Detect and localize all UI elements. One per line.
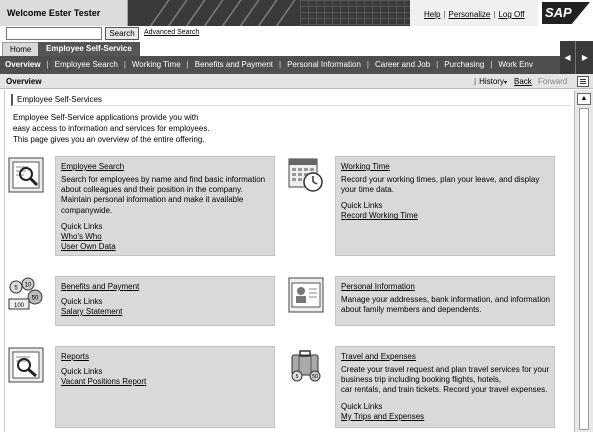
history-menu[interactable]: | History▾ bbox=[474, 74, 507, 91]
coin-label: 50 bbox=[312, 374, 318, 380]
quick-links-label: Quick Links bbox=[61, 221, 103, 231]
user-own-data-link[interactable]: User Own Data bbox=[61, 242, 273, 252]
search-row: Search Advanced Search bbox=[0, 26, 593, 41]
header-banner-art bbox=[128, 0, 410, 26]
coin-label: 100 bbox=[14, 303, 25, 309]
tab-employee-self-service[interactable]: Employee Self-Service bbox=[38, 42, 140, 56]
sap-logo: SAP bbox=[538, 0, 593, 26]
vertical-scrollbar[interactable]: ▲ bbox=[574, 90, 593, 432]
coin-label: 50 bbox=[32, 296, 39, 302]
employee-search-description: Search for employees by name and find ba… bbox=[61, 175, 273, 252]
search-button[interactable]: Search bbox=[105, 27, 139, 40]
history-dropdown-icon[interactable]: ▾ bbox=[504, 80, 507, 86]
coins-icon: 5 10 50 100 bbox=[8, 277, 43, 310]
benefits-description: Quick Links Salary Statement bbox=[61, 297, 273, 317]
whos-who-link[interactable]: Who's Who bbox=[61, 232, 273, 242]
nav-item-personal-information[interactable]: Personal Information bbox=[287, 60, 361, 69]
reports-link[interactable]: Reports bbox=[61, 352, 89, 361]
coin-label: 10 bbox=[25, 283, 32, 289]
coin-label: 5 bbox=[296, 374, 299, 380]
scroll-left-icon[interactable]: ◀ bbox=[560, 41, 576, 74]
magnifier-document-icon bbox=[8, 157, 44, 193]
quick-links-label: Quick Links bbox=[61, 367, 103, 376]
scroll-up-icon[interactable]: ▲ bbox=[577, 93, 591, 105]
my-trips-and-expenses-link[interactable]: My Trips and Expenses bbox=[341, 412, 553, 422]
quick-links-label: Quick Links bbox=[341, 201, 383, 211]
calendar-clock-icon bbox=[288, 158, 323, 192]
search-input[interactable] bbox=[6, 27, 102, 40]
benefits-and-payment-link[interactable]: Benefits and Payment bbox=[61, 282, 139, 291]
welcome-text: Welcome Ester Tester bbox=[0, 0, 128, 26]
reports-description: Quick Links Vacant Positions Report bbox=[61, 367, 273, 387]
intro-text: Employee Self-Service applications provi… bbox=[13, 113, 210, 144]
log-off-link[interactable]: Log Off bbox=[498, 10, 524, 19]
scroll-track[interactable] bbox=[579, 108, 589, 430]
travel-and-expenses-link[interactable]: Travel and Expenses bbox=[341, 352, 416, 361]
content-area: Employee Self-Services Employee Self-Ser… bbox=[4, 90, 573, 432]
personal-information-description: Manage your addresses, bank information,… bbox=[341, 295, 551, 315]
page-menu-icon[interactable] bbox=[577, 76, 589, 87]
nav-item-work-env[interactable]: Work Env bbox=[498, 60, 533, 69]
tab-home[interactable]: Home bbox=[2, 42, 40, 56]
nav-item-benefits-and-payment[interactable]: Benefits and Payment bbox=[195, 60, 273, 69]
benefits-and-payment-card: 5 10 50 100 Benefits and Payment Quick L… bbox=[8, 276, 275, 326]
personal-information-link[interactable]: Personal Information bbox=[341, 282, 415, 291]
working-time-link[interactable]: Working Time bbox=[341, 162, 390, 171]
id-card-icon bbox=[288, 277, 324, 313]
page-title: Overview bbox=[6, 77, 42, 86]
history-label[interactable]: History bbox=[479, 77, 504, 86]
back-link[interactable]: Back bbox=[514, 74, 532, 89]
employee-search-card: Employee Search Search for employees by … bbox=[8, 156, 275, 256]
scroll-right-icon[interactable]: ▶ bbox=[577, 41, 593, 74]
working-time-description: Record your working times, plan your lea… bbox=[341, 175, 553, 221]
personalize-link[interactable]: Personalize bbox=[449, 10, 491, 19]
travel-and-expenses-description: Create your travel request and plan trav… bbox=[341, 365, 553, 422]
section-title: Employee Self-Services bbox=[11, 94, 571, 106]
magnifier-report-icon bbox=[8, 347, 44, 383]
employee-search-link[interactable]: Employee Search bbox=[61, 162, 124, 171]
nav-item-employee-search[interactable]: Employee Search bbox=[55, 60, 118, 69]
nav-item-working-time[interactable]: Working Time bbox=[132, 60, 181, 69]
help-link[interactable]: Help bbox=[424, 10, 440, 19]
quick-links-label: Quick Links bbox=[341, 401, 383, 411]
forward-link[interactable]: Forward bbox=[538, 74, 567, 89]
header-links: Help | Personalize | Log Off bbox=[410, 0, 538, 26]
travel-and-expenses-card: 5 50 Travel and Expenses Create your tra… bbox=[291, 346, 555, 428]
personal-information-card: Personal Information Manage your address… bbox=[288, 276, 555, 326]
salary-statement-link[interactable]: Salary Statement bbox=[61, 307, 273, 317]
working-time-card: Working Time Record your working times, … bbox=[288, 156, 555, 256]
nav-item-purchasing[interactable]: Purchasing bbox=[444, 60, 484, 69]
suitcase-coins-icon: 5 50 bbox=[291, 350, 321, 382]
top-header: Welcome Ester Tester Help | Personalize | Lo… bbox=[0, 0, 593, 26]
nav-scroll-arrows: ◀ ▶ bbox=[560, 41, 593, 74]
advanced-search-link[interactable]: Advanced Search bbox=[144, 29, 199, 36]
detailed-navigation-bar: Overview | Employee Search | Working Time | Be… bbox=[0, 56, 560, 74]
nav-item-overview[interactable]: Overview bbox=[5, 60, 41, 69]
reports-card: Reports Quick Links Vacant Positions Rep… bbox=[8, 346, 275, 428]
quick-links-label: Quick Links bbox=[61, 297, 103, 306]
record-working-time-link[interactable]: Record Working Time bbox=[341, 211, 553, 221]
nav-item-career-and-job[interactable]: Career and Job bbox=[375, 60, 430, 69]
tab-row: Home Employee Self-Service bbox=[0, 41, 593, 56]
vacant-positions-report-link[interactable]: Vacant Positions Report bbox=[61, 377, 273, 387]
page-title-bar: Overview | History▾ Back Forward bbox=[0, 74, 593, 89]
